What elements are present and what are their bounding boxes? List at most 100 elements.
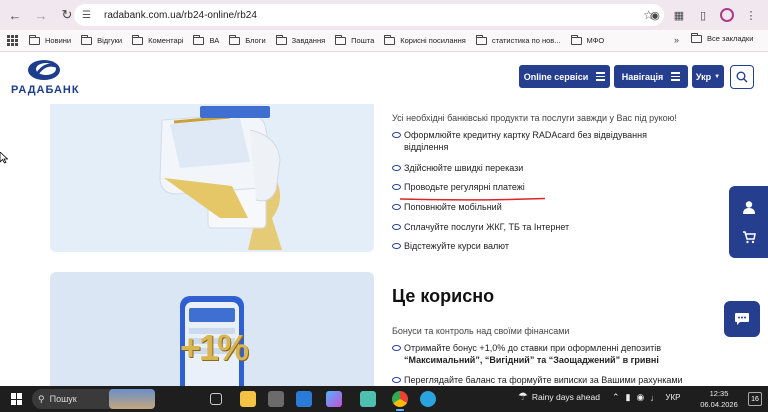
navigation-label: Навігація: [621, 71, 664, 82]
file-explorer-icon[interactable]: [240, 391, 256, 407]
notes-icon[interactable]: [360, 391, 376, 407]
store-icon[interactable]: [296, 391, 312, 407]
chevron-up-icon[interactable]: ⌃: [612, 392, 620, 403]
list-item: Здійснюйте швидкі перекази: [392, 162, 523, 174]
bookmark-item[interactable]: Блоги: [229, 34, 266, 45]
side-widget-group: [729, 186, 768, 258]
profile-avatar[interactable]: [718, 6, 736, 24]
search-highlight-image: [109, 389, 155, 409]
section2-subtitle: Бонуси та контроль над своїми фінансами: [392, 326, 570, 336]
list-item: Отримайте бонус +1,0% до ставки при офор…: [392, 342, 661, 354]
search-icon: [736, 71, 748, 83]
bookmark-item[interactable]: статистика по нов...: [475, 34, 561, 45]
bookmark-item[interactable]: Завдання: [275, 34, 325, 45]
navigation-button[interactable]: Навігація: [614, 65, 688, 88]
user-icon[interactable]: [742, 200, 756, 214]
system-tray: ⌃ ▮ ◉ ♩ УКР: [612, 392, 680, 403]
chat-icon: [735, 313, 749, 325]
language-select[interactable]: Укр ▼: [692, 65, 724, 88]
site-search-button[interactable]: [730, 65, 754, 89]
list-item: Переглядайте баланс та формуйте виписки …: [392, 374, 683, 386]
all-bookmarks[interactable]: Все закладки: [691, 32, 753, 43]
taskbar-search[interactable]: ⚲ Пошук: [32, 389, 155, 409]
folder-icon: [570, 34, 582, 45]
language-label: Укр: [695, 71, 712, 82]
features-list: Проводьте регулярні платежі: [392, 181, 525, 193]
clock-date: 06.04.2026: [700, 400, 738, 409]
copilot-icon[interactable]: [326, 391, 342, 407]
radabank-logo-icon[interactable]: [26, 58, 62, 82]
mouse-cursor-icon: [0, 152, 8, 164]
wifi-icon[interactable]: ◉: [637, 392, 645, 403]
site-header: РАДАБАНК Online сервіси Навігація Укр ▼: [0, 52, 768, 104]
taskbar-search-label: Пошук: [49, 394, 77, 404]
list-item: Поповнюйте мобільний: [392, 201, 502, 213]
folder-icon: [132, 34, 144, 45]
task-view-icon[interactable]: [210, 393, 222, 405]
folder-icon: [229, 34, 241, 45]
chrome-icon[interactable]: [392, 391, 408, 411]
volume-icon[interactable]: ♩: [650, 393, 659, 403]
url-text[interactable]: radabank.com.ua/rb24-online/rb24: [104, 10, 257, 21]
weather-widget[interactable]: ☂ Rainy days ahead: [518, 390, 600, 403]
bookmark-item[interactable]: ВА: [193, 34, 219, 45]
promo-percent-text: +1%: [180, 327, 249, 368]
bookmark-item[interactable]: Коментарі: [132, 34, 183, 45]
benefits-list: Переглядайте баланс та формуйте виписки …: [392, 374, 683, 386]
apps-icon[interactable]: [7, 34, 19, 47]
folder-icon: [29, 34, 40, 45]
battery-icon[interactable]: ▮: [626, 392, 631, 403]
features-list: Оформлюйте кредитну картку RADAcard без …: [392, 129, 647, 141]
bookmark-item[interactable]: МФО: [570, 34, 604, 45]
bookmark-item[interactable]: Новини: [29, 34, 71, 45]
more-bookmarks-icon[interactable]: »: [674, 35, 679, 45]
hamburger-icon: [671, 72, 681, 81]
chat-button[interactable]: [724, 301, 760, 337]
deposit-bonus-image: +1%: [50, 272, 374, 386]
pos-terminal-image: [50, 104, 374, 252]
notifications-badge[interactable]: 16: [748, 392, 762, 406]
features-list: Відстежуйте курси валют: [392, 240, 509, 252]
online-services-button[interactable]: Online сервіси: [519, 65, 610, 88]
search-icon: ⚲: [38, 393, 45, 404]
back-icon[interactable]: ←: [4, 4, 26, 26]
cart-icon[interactable]: [742, 230, 756, 244]
bookmark-item[interactable]: Корисні посилання: [384, 34, 466, 45]
folder-icon: [275, 34, 287, 45]
telegram-icon[interactable]: [420, 391, 436, 407]
list-item: Сплачуйте послуги ЖКГ, ТБ та Інтернет: [392, 221, 569, 233]
address-bar[interactable]: ☰ radabank.com.ua/rb24-online/rb24 ☆: [74, 4, 664, 26]
site-info-icon[interactable]: ☰: [82, 10, 98, 21]
folder-icon: [335, 34, 347, 45]
list-item-continuation: відділення: [404, 142, 449, 152]
bookmark-item[interactable]: Пошта: [335, 34, 374, 45]
bookmark-item[interactable]: Відгуки: [81, 34, 122, 45]
folder-icon: [475, 34, 487, 45]
benefits-list: Отримайте бонус +1,0% до ставки при офор…: [392, 342, 661, 354]
list-item: Проводьте регулярні платежі: [392, 181, 525, 193]
input-language[interactable]: УКР: [665, 393, 680, 402]
forward-icon[interactable]: →: [30, 4, 52, 26]
windows-taskbar: ⚲ Пошук ☂ Rainy days ahead ⌃ ▮ ◉ ♩ УКР 1…: [0, 386, 768, 412]
bookmarks-bar: Новини Відгуки Коментарі ВА Блоги Завдан…: [0, 30, 768, 52]
online-services-label: Online сервіси: [523, 71, 589, 82]
list-item: Відстежуйте курси валют: [392, 240, 509, 252]
list-item-continuation: “Максимальний”, “Вигідний” та “Заощаджен…: [404, 355, 659, 365]
weather-label: Rainy days ahead: [531, 391, 600, 402]
section1-intro: Усі необхідні банківські продукти та пос…: [392, 113, 677, 123]
sidebar-icon[interactable]: ▯: [694, 6, 712, 24]
features-list: Сплачуйте послуги ЖКГ, ТБ та Інтернет: [392, 221, 569, 233]
features-list: Поповнюйте мобільний: [392, 201, 502, 213]
folder-icon: [81, 34, 93, 45]
logo-text[interactable]: РАДАБАНК: [11, 84, 80, 96]
clock[interactable]: 12:35 06.04.2026: [694, 388, 744, 410]
folder-icon: [384, 34, 396, 45]
browser-toolbar: ← → ↻ ☰ radabank.com.ua/rb24-online/rb24…: [0, 0, 768, 30]
menu-icon[interactable]: ⋮: [742, 6, 760, 24]
extensions-icon[interactable]: ▦: [670, 6, 688, 24]
chevron-down-icon: ▼: [714, 73, 721, 80]
camera-icon[interactable]: ◉: [646, 6, 664, 24]
clock-time: 12:35: [709, 389, 729, 398]
calculator-icon[interactable]: [268, 391, 284, 407]
windows-start-icon[interactable]: [11, 393, 23, 405]
